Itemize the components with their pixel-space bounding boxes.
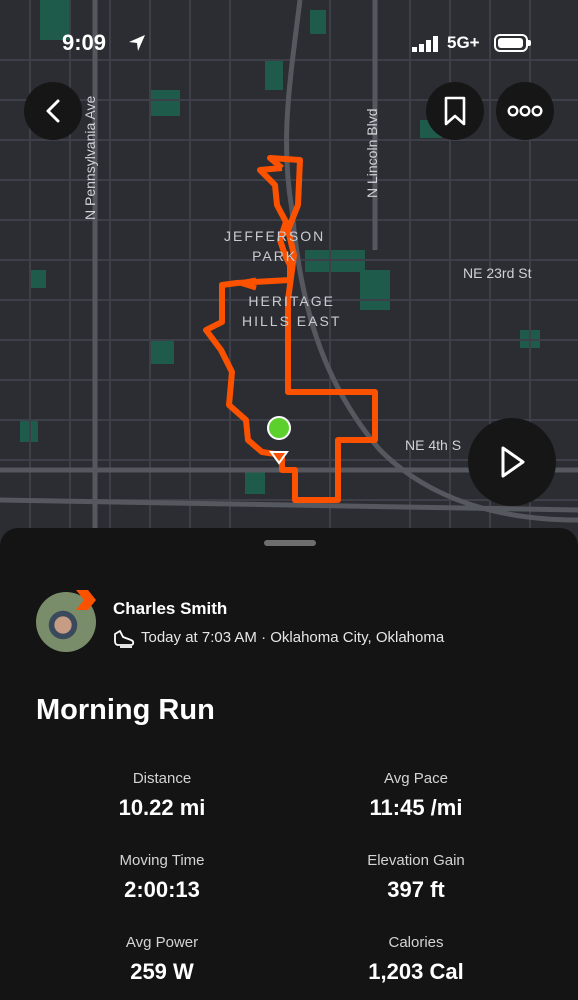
stat-label: Avg Power	[125, 934, 199, 951]
running-shoe-icon	[114, 630, 135, 648]
stat-value: 10.22 mi	[118, 795, 206, 820]
back-icon	[46, 99, 60, 123]
activity-title: Morning Run	[36, 694, 215, 726]
more-options-button[interactable]	[496, 82, 554, 140]
more-icon	[507, 105, 543, 117]
bookmark-button[interactable]	[426, 82, 484, 140]
battery-level	[498, 38, 523, 48]
play-flyover-button[interactable]	[468, 418, 556, 506]
battery-icon	[494, 34, 531, 52]
street-label-pennsylvania: N Pennsylvania Ave	[82, 95, 98, 220]
clock: 9:09	[62, 30, 107, 55]
strava-badge-icon	[76, 590, 96, 610]
athlete-name[interactable]: Charles Smith	[113, 599, 227, 619]
stat-label: Calories	[388, 934, 444, 951]
stat-value: 259 W	[130, 959, 194, 984]
stat-label: Moving Time	[119, 852, 205, 869]
stat-label: Elevation Gain	[367, 852, 465, 869]
area-label-heritage-hills: HERITAGE HILLS EAST	[242, 293, 342, 329]
stat-moving-time: Moving Time 2:00:13	[42, 852, 282, 903]
activity-meta: Today at 7:03 AM · Oklahoma City, Oklaho…	[141, 629, 445, 646]
street-label-ne23: NE 23rd St	[463, 265, 532, 281]
street-label-ne4: NE 4th S	[405, 437, 462, 453]
stat-value: 1,203 Cal	[368, 959, 464, 984]
stat-elevation-gain: Elevation Gain 397 ft	[296, 852, 536, 903]
activity-sheet: Charles Smith Today at 7:03 AM · Oklahom…	[0, 528, 578, 1000]
sheet-drag-handle[interactable]	[264, 540, 316, 546]
back-button[interactable]	[24, 82, 82, 140]
stat-calories: Calories 1,203 Cal	[296, 934, 536, 985]
bookmark-icon	[444, 96, 466, 126]
stat-value: 397 ft	[387, 877, 445, 902]
stat-label: Avg Pace	[384, 770, 448, 787]
stat-value: 2:00:13	[124, 877, 200, 902]
start-marker	[267, 416, 291, 440]
stat-avg-power: Avg Power 259 W	[42, 934, 282, 985]
stat-distance: Distance 10.22 mi	[42, 770, 282, 821]
location-arrow-icon	[129, 35, 145, 51]
signal-icon	[412, 36, 438, 52]
stat-avg-pace: Avg Pace 11:45 /mi	[296, 770, 536, 821]
stat-value: 11:45 /mi	[369, 795, 463, 820]
status-bar: 9:09 5G+	[0, 0, 578, 88]
network-type: 5G+	[447, 33, 480, 52]
street-label-lincoln: N Lincoln Blvd	[364, 108, 380, 199]
area-label-jefferson-park: JEFFERSON PARK	[224, 228, 326, 264]
stat-label: Distance	[132, 770, 192, 787]
play-icon	[501, 446, 525, 478]
